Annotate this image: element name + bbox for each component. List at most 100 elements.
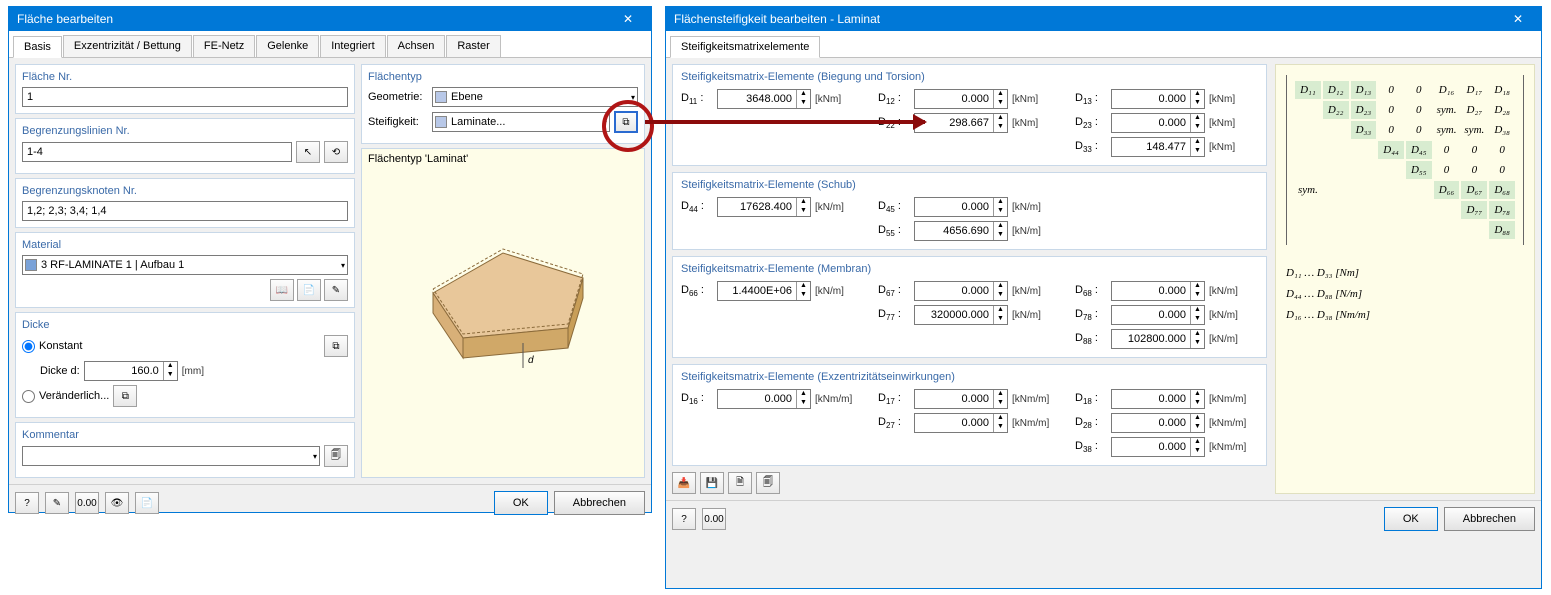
input-d38[interactable]: ▲▼ [1111, 437, 1205, 457]
close-icon[interactable]: ✕ [613, 12, 643, 26]
label-surface-type: Flächentyp [368, 71, 638, 83]
library-icon[interactable]: 📖 [270, 279, 294, 301]
group-shear: Steifigkeitsmatrix-Elemente (Schub) D44 … [672, 172, 1267, 250]
tab-basis[interactable]: Basis [13, 36, 62, 58]
group-material: Material 3 RF-LAMINATE 1 | Aufbau 1 ▾ 📖 … [15, 232, 355, 308]
edit-icon[interactable]: ✎ [324, 279, 348, 301]
input-d16[interactable]: ▲▼ [717, 389, 811, 409]
edit-stiffness-button[interactable]: ⧉ [614, 111, 638, 133]
input-thickness[interactable]: ▲▼ [84, 361, 178, 381]
titlebar[interactable]: Flächensteifigkeit bearbeiten - Laminat … [666, 7, 1541, 31]
ok-button[interactable]: OK [1384, 507, 1438, 531]
input-d67[interactable]: ▲▼ [914, 281, 1008, 301]
group-comment: Kommentar ▾ 🗐 [15, 422, 355, 478]
label-geometry: Geometrie: [368, 91, 428, 103]
cancel-button[interactable]: Abbrechen [554, 491, 645, 515]
copy-icon[interactable]: 🗐 [756, 472, 780, 494]
tab-stiffness-matrix[interactable]: Steifigkeitsmatrixelemente [670, 36, 820, 58]
label-comment: Kommentar [22, 429, 348, 441]
group-boundary-nodes: Begrenzungsknoten Nr. [15, 178, 355, 228]
cancel-button[interactable]: Abbrechen [1444, 507, 1535, 531]
label-material: Material [22, 239, 348, 251]
legend-1: D₁₁ … D₃₃ [Nm] [1286, 263, 1524, 284]
annotation-arrow [645, 120, 925, 124]
matrix-diagram-panel: D₁₁D₁₂D₁₃00D₁₆D₁₇D₁₈ D₂₂D₂₃00sym.D₂₇D₂₈ … [1275, 64, 1535, 494]
input-boundary-nodes[interactable] [22, 201, 348, 221]
excel-icon[interactable]: 🗎 [728, 472, 752, 494]
label-boundary-lines: Begrenzungslinien Nr. [22, 125, 348, 137]
input-d22[interactable]: ▲▼ [914, 113, 1008, 133]
new-icon[interactable]: 📄 [297, 279, 321, 301]
label-thickness: Dicke [22, 319, 348, 331]
variable-edit-icon[interactable]: ⧉ [113, 385, 137, 407]
input-d13[interactable]: ▲▼ [1111, 89, 1205, 109]
laminate-preview-icon: d [393, 223, 613, 403]
input-d18[interactable]: ▲▼ [1111, 389, 1205, 409]
input-d66[interactable]: ▲▼ [717, 281, 811, 301]
view-icon[interactable]: 👁 [105, 492, 129, 514]
svg-text:d: d [528, 355, 534, 366]
tab-integrated[interactable]: Integriert [320, 35, 385, 57]
label-surface-no: Fläche Nr. [22, 71, 348, 83]
close-icon[interactable]: ✕ [1503, 12, 1533, 26]
tab-fe-mesh[interactable]: FE-Netz [193, 35, 255, 57]
input-boundary-lines[interactable] [22, 142, 292, 162]
input-d23[interactable]: ▲▼ [1111, 113, 1205, 133]
select-icon[interactable]: ⟲ [324, 141, 348, 163]
report-icon[interactable]: 📄 [135, 492, 159, 514]
ok-button[interactable]: OK [494, 491, 548, 515]
input-d78[interactable]: ▲▼ [1111, 305, 1205, 325]
legend-3: D₁₆ … D₃₈ [Nm/m] [1286, 305, 1524, 326]
radio-constant[interactable]: Konstant [22, 340, 82, 353]
dialog-edit-stiffness: Flächensteifigkeit bearbeiten - Laminat … [665, 6, 1542, 589]
input-surface-no[interactable] [22, 87, 348, 107]
label-boundary-nodes: Begrenzungsknoten Nr. [22, 185, 348, 197]
radio-variable[interactable]: Veränderlich... [22, 390, 109, 403]
select-comment[interactable]: ▾ [22, 446, 320, 466]
note-icon[interactable]: ✎ [45, 492, 69, 514]
input-d12[interactable]: ▲▼ [914, 89, 1008, 109]
comment-pick-icon[interactable]: 🗐 [324, 445, 348, 467]
input-d45[interactable]: ▲▼ [914, 197, 1008, 217]
preview-title: Flächentyp 'Laminat' [368, 153, 468, 165]
material-value: 3 RF-LAMINATE 1 | Aufbau 1 [41, 259, 184, 271]
input-d55[interactable]: ▲▼ [914, 221, 1008, 241]
group-membrane: Steifigkeitsmatrix-Elemente (Membran) D6… [672, 256, 1267, 358]
preview-laminate: Flächentyp 'Laminat' d [361, 148, 645, 478]
import-icon[interactable]: 📥 [672, 472, 696, 494]
input-d77[interactable]: ▲▼ [914, 305, 1008, 325]
tab-eccentricity[interactable]: Exzentrizität / Bettung [63, 35, 192, 57]
select-stiffness[interactable]: Laminate...▾ [432, 112, 610, 132]
group-surface-no: Fläche Nr. [15, 64, 355, 114]
group-bending: Steifigkeitsmatrix-Elemente (Biegung und… [672, 64, 1267, 166]
matrix-diagram: D₁₁D₁₂D₁₃00D₁₆D₁₇D₁₈ D₂₂D₂₃00sym.D₂₇D₂₈ … [1286, 75, 1524, 245]
window-title: Fläche bearbeiten [17, 12, 613, 26]
input-d33[interactable]: ▲▼ [1111, 137, 1205, 157]
group-thickness: Dicke Konstant ⧉ Dicke d: ▲▼ [mm] Veränd… [15, 312, 355, 418]
units-icon[interactable]: 0.00 [75, 492, 99, 514]
pick-icon[interactable]: ↖ [296, 141, 320, 163]
input-d11[interactable]: ▲▼ [717, 89, 811, 109]
input-d28[interactable]: ▲▼ [1111, 413, 1205, 433]
tab-hinges[interactable]: Gelenke [256, 35, 319, 57]
legend-2: D₄₄ … D₈₈ [N/m] [1286, 284, 1524, 305]
input-d44[interactable]: ▲▼ [717, 197, 811, 217]
help-icon[interactable]: ? [15, 492, 39, 514]
input-d68[interactable]: ▲▼ [1111, 281, 1205, 301]
units-icon[interactable]: 0.00 [702, 508, 726, 530]
dialog-edit-surface: Fläche bearbeiten ✕ Basis Exzentrizität … [8, 6, 652, 513]
select-geometry[interactable]: Ebene▾ [432, 87, 638, 107]
titlebar[interactable]: Fläche bearbeiten ✕ [9, 7, 651, 31]
input-d17[interactable]: ▲▼ [914, 389, 1008, 409]
select-material[interactable]: 3 RF-LAMINATE 1 | Aufbau 1 ▾ [22, 255, 348, 275]
group-surface-type: Flächentyp Geometrie: Ebene▾ Steifigkeit… [361, 64, 645, 144]
tab-axes[interactable]: Achsen [387, 35, 446, 57]
label-thickness-d: Dicke d: [40, 365, 80, 377]
window-title: Flächensteifigkeit bearbeiten - Laminat [674, 12, 1503, 26]
save-icon[interactable]: 💾 [700, 472, 724, 494]
help-icon[interactable]: ? [672, 508, 696, 530]
input-d27[interactable]: ▲▼ [914, 413, 1008, 433]
input-d88[interactable]: ▲▼ [1111, 329, 1205, 349]
tab-grid[interactable]: Raster [446, 35, 500, 57]
edit-thickness-icon[interactable]: ⧉ [324, 335, 348, 357]
